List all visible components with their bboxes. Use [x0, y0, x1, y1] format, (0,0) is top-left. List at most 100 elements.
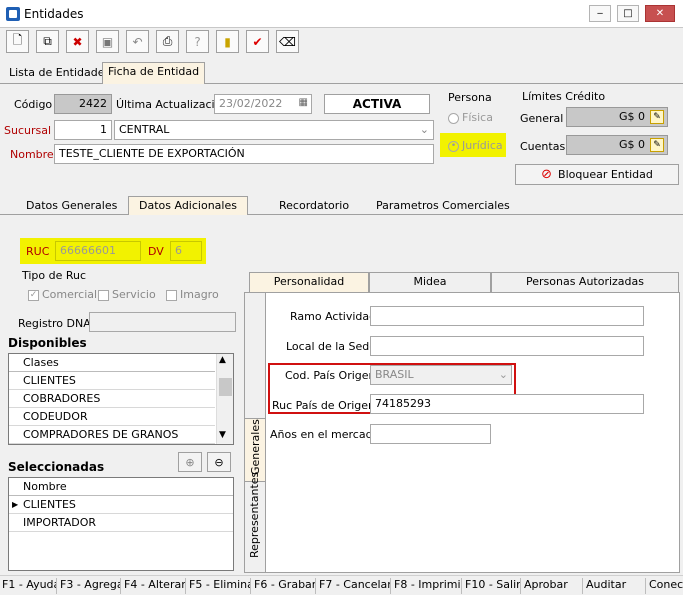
edit-pencil-icon[interactable]: ✎ — [650, 138, 664, 152]
ultima-actualizacion-field[interactable]: 23/02/2022 ▦ — [214, 94, 312, 114]
sucursal-select-value: CENTRAL — [119, 123, 170, 136]
tab-datos-generales[interactable]: Datos Generales — [22, 197, 121, 215]
check-icon: ✓ — [28, 289, 39, 301]
status-f7[interactable]: F7 - Cancelar — [317, 578, 391, 594]
checkbox-imagro[interactable]: Imagro — [166, 288, 219, 301]
new-icon: 🗋 — [12, 33, 23, 47]
main-tabs: Lista de Entidades Ficha de Entidad — [0, 62, 683, 84]
radio-fisica[interactable]: Física — [448, 111, 493, 124]
bloquear-entidad-button[interactable]: ⊘ Bloquear Entidad — [515, 164, 679, 185]
tab-personas-autorizadas[interactable]: Personas Autorizadas — [491, 272, 679, 292]
remove-clase-button[interactable]: ⊖ — [207, 452, 231, 472]
checkbox-box — [98, 289, 109, 301]
add-icon: ⊕ — [185, 455, 195, 469]
anios-mercado-field[interactable] — [370, 424, 491, 444]
registro-dna-label: Registro DNA — [18, 317, 91, 330]
scroll-thumb[interactable] — [219, 378, 232, 396]
checkbox-imagro-label: Imagro — [180, 288, 219, 301]
local-sede-field[interactable] — [370, 336, 644, 356]
confirm-icon: ✔ — [252, 34, 263, 49]
status-f8[interactable]: F8 - Imprimir — [392, 578, 462, 594]
sucursal-select[interactable]: CENTRAL ⌄ — [114, 120, 434, 140]
checkbox-comercial-label: Comercial — [42, 288, 98, 301]
seleccionadas-title: Seleccionadas — [8, 460, 105, 474]
new-button[interactable]: 🗋 — [6, 30, 29, 53]
delete-button[interactable]: ✖ — [66, 30, 89, 53]
tab-lista-entidades[interactable]: Lista de Entidades — [4, 64, 115, 84]
dv-label: DV — [148, 245, 164, 258]
ramo-actividad-field[interactable] — [370, 306, 644, 326]
scroll-up-icon[interactable]: ▲ — [219, 355, 226, 365]
chevron-down-icon: ⌄ — [498, 368, 508, 381]
status-auditar[interactable]: Auditar — [584, 578, 646, 594]
radio-juridica[interactable]: • Jurídica — [448, 139, 503, 152]
confirm-button[interactable]: ✔ — [246, 30, 269, 53]
table-row[interactable]: IMPORTADOR — [9, 514, 233, 532]
disponibles-header[interactable]: Clases — [9, 354, 215, 372]
status-conec[interactable]: Conec — [647, 578, 683, 594]
exit-button[interactable]: ▮ — [216, 30, 239, 53]
disponibles-list[interactable]: Clases CLIENTES COBRADORES CODEUDOR COMP… — [8, 353, 234, 445]
print-button[interactable]: ⎙ — [156, 30, 179, 53]
radio-fisica-label: Física — [462, 111, 493, 124]
tab-midea[interactable]: Midea — [369, 272, 491, 292]
maximize-button[interactable]: □ — [617, 5, 639, 22]
limite-cuentas-label: Cuentas — [520, 140, 566, 153]
side-tab-representantes[interactable]: Representantes — [244, 472, 266, 560]
checkbox-servicio[interactable]: Servicio — [98, 288, 156, 301]
undo-button[interactable]: ↶ — [126, 30, 149, 53]
cod-pais-origen-select[interactable]: BRASIL ⌄ — [370, 365, 512, 385]
tab-recordatorio[interactable]: Recordatorio — [275, 197, 353, 215]
status-aprobar[interactable]: Aprobar — [522, 578, 583, 594]
list-item[interactable]: CODEUDOR — [9, 408, 215, 426]
ruc-pais-origen-label: Ruc País de Origen — [272, 399, 376, 412]
eraser-icon: ⌫ — [279, 34, 296, 49]
tab-ficha-entidad[interactable]: Ficha de Entidad — [102, 62, 206, 84]
list-item[interactable]: COBRADORES — [9, 390, 215, 408]
status-f6[interactable]: F6 - Grabar — [252, 578, 316, 594]
copy-button[interactable]: ⧉ — [36, 30, 59, 53]
cod-pais-origen-value: BRASIL — [375, 368, 414, 381]
tab-parametros-comerciales[interactable]: Parametros Comerciales — [372, 197, 514, 215]
disponibles-scrollbar[interactable]: ▲ ▼ — [216, 354, 233, 444]
cod-pais-origen-label: Cod. País Origen — [285, 369, 376, 382]
tipo-ruc-title: Tipo de Ruc — [22, 269, 87, 282]
table-row[interactable]: ▶ CLIENTES — [9, 496, 233, 514]
list-item[interactable]: COMPRADORES DE GRANOS — [9, 426, 215, 444]
side-tab-representantes-label: Representantes — [248, 471, 261, 558]
dv-field[interactable]: 6 — [170, 241, 202, 261]
save-button[interactable]: ▣ — [96, 30, 119, 53]
nombre-field[interactable]: TESTE_CLIENTE DE EXPORTACIÓN — [54, 144, 434, 164]
block-icon: ⊘ — [541, 167, 553, 182]
status-f1[interactable]: F1 - Ayuda — [0, 578, 57, 594]
ultima-actualizacion-value: 23/02/2022 — [219, 97, 283, 110]
tab-datos-adicionales[interactable]: Datos Adicionales — [128, 196, 248, 215]
ruc-field[interactable]: 66666601 — [55, 241, 141, 261]
edit-pencil-icon[interactable]: ✎ — [650, 110, 664, 124]
exit-icon: ▮ — [224, 34, 231, 49]
scroll-down-icon[interactable]: ▼ — [219, 430, 226, 440]
minimize-button[interactable]: ‒ — [589, 5, 611, 22]
add-clase-button[interactable]: ⊕ — [178, 452, 202, 472]
sucursal-number-field[interactable]: 1 — [54, 120, 112, 140]
status-f10[interactable]: F10 - Salir — [463, 578, 521, 594]
calendar-icon[interactable]: ▦ — [299, 97, 308, 108]
eraser-button[interactable]: ⌫ — [276, 30, 299, 53]
remove-icon: ⊖ — [214, 455, 224, 469]
radio-juridica-label: Jurídica — [462, 139, 503, 152]
help-button[interactable]: ? — [186, 30, 209, 53]
seleccionadas-header[interactable]: Nombre — [9, 478, 233, 496]
status-f4[interactable]: F4 - Alterar — [122, 578, 186, 594]
close-button[interactable]: ✕ — [645, 5, 675, 22]
codigo-label: Código — [14, 98, 53, 111]
ruc-pais-origen-field[interactable]: 74185293 — [370, 394, 644, 414]
status-f5[interactable]: F5 - Eliminar — [187, 578, 251, 594]
seleccionadas-list[interactable]: Nombre ▶ CLIENTES IMPORTADOR — [8, 477, 234, 571]
codigo-field[interactable]: 2422 — [54, 94, 112, 114]
nombre-label: Nombre — [10, 148, 54, 161]
registro-dna-field[interactable] — [89, 312, 236, 332]
tab-personalidad[interactable]: Personalidad — [249, 272, 369, 292]
checkbox-comercial[interactable]: ✓ Comercial — [28, 288, 97, 301]
status-f3[interactable]: F3 - Agregar — [58, 578, 121, 594]
list-item[interactable]: CLIENTES — [9, 372, 215, 390]
